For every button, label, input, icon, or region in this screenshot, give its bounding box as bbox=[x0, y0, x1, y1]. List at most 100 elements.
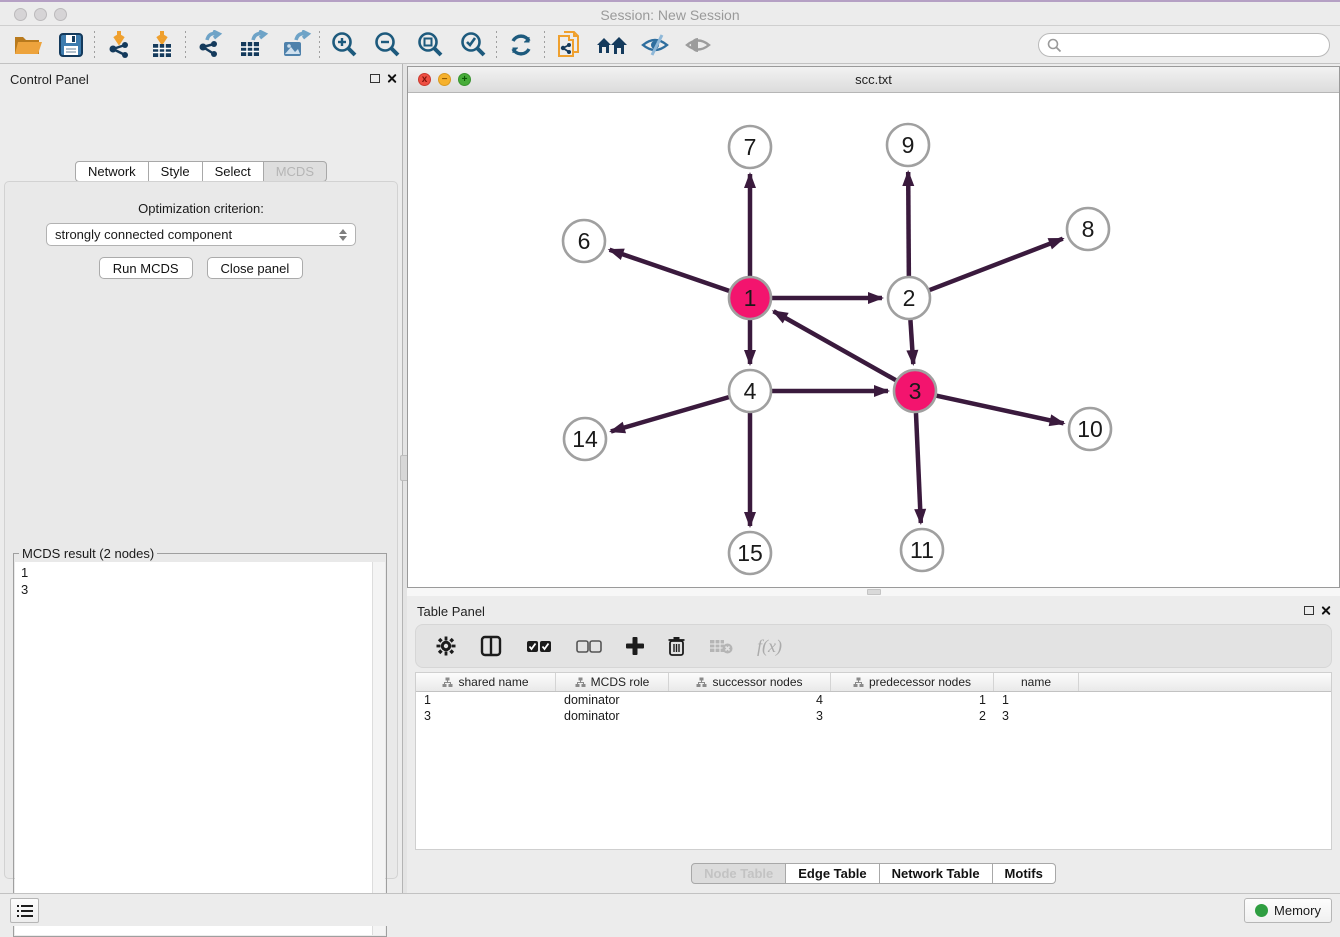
main-toolbar bbox=[0, 26, 1340, 64]
unselect-all-columns-button[interactable] bbox=[576, 640, 602, 653]
network-canvas[interactable]: 1234678910111415 bbox=[408, 93, 1339, 587]
tab-select[interactable]: Select bbox=[203, 161, 264, 182]
toolbar-separator bbox=[496, 31, 497, 59]
global-search[interactable] bbox=[1038, 33, 1330, 57]
table-options-button[interactable] bbox=[436, 636, 456, 656]
tab-edge-table[interactable]: Edge Table bbox=[786, 863, 879, 884]
column-header-MCDS-role[interactable]: MCDS role bbox=[556, 673, 669, 691]
close-panel-button[interactable]: Close panel bbox=[207, 257, 304, 279]
clone-network-button[interactable] bbox=[547, 28, 590, 62]
import-network-button[interactable] bbox=[97, 28, 140, 62]
search-input[interactable] bbox=[1062, 38, 1329, 53]
column-type-icon bbox=[442, 677, 453, 688]
table-cell[interactable]: 1 bbox=[831, 692, 994, 708]
show-columns-button[interactable] bbox=[480, 635, 502, 657]
hide-panels-button[interactable] bbox=[633, 28, 676, 62]
zoom-in-button[interactable] bbox=[322, 28, 365, 62]
table-cell[interactable]: 3 bbox=[416, 708, 556, 724]
graph-node-label: 11 bbox=[910, 537, 934, 563]
open-folder-icon bbox=[13, 32, 43, 58]
zoom-out-button[interactable] bbox=[365, 28, 408, 62]
import-table-button[interactable] bbox=[140, 28, 183, 62]
delete-columns-button[interactable] bbox=[668, 636, 685, 656]
export-image-button[interactable] bbox=[274, 28, 317, 62]
export-table-button[interactable] bbox=[231, 28, 274, 62]
table-cell[interactable]: 3 bbox=[994, 708, 1079, 724]
task-history-button[interactable] bbox=[10, 898, 39, 923]
tab-style[interactable]: Style bbox=[149, 161, 203, 182]
save-session-button[interactable] bbox=[49, 28, 92, 62]
graph-edge-3-1[interactable] bbox=[774, 311, 896, 380]
network-graph[interactable]: 1234678910111415 bbox=[408, 93, 1339, 589]
toolbar-separator bbox=[185, 31, 186, 59]
table-panel-tabs: Node TableEdge TableNetwork TableMotifs bbox=[407, 863, 1340, 884]
open-session-button[interactable] bbox=[6, 28, 49, 62]
graph-edge-3-11[interactable] bbox=[916, 413, 921, 523]
tab-mcds[interactable]: MCDS bbox=[264, 161, 327, 182]
return-to-start-button[interactable] bbox=[590, 28, 633, 62]
table-header-row: shared name MCDS role successor nodes prede… bbox=[416, 673, 1331, 692]
graph-edge-3-10[interactable] bbox=[936, 396, 1063, 424]
tab-network[interactable]: Network bbox=[75, 161, 149, 182]
delete-table-button[interactable] bbox=[709, 638, 733, 654]
horizontal-splitter[interactable] bbox=[407, 588, 1340, 596]
column-header-shared-name[interactable]: shared name bbox=[416, 673, 556, 691]
table-row[interactable]: 3dominator323 bbox=[416, 708, 1331, 724]
splitter-handle[interactable] bbox=[867, 589, 881, 595]
show-panels-button[interactable] bbox=[676, 28, 719, 62]
column-header-name[interactable]: name bbox=[994, 673, 1079, 691]
zoom-in-icon bbox=[330, 31, 358, 59]
import-network-icon bbox=[105, 30, 133, 60]
table-body: 1dominator4113dominator323 bbox=[416, 692, 1331, 724]
criterion-dropdown[interactable]: strongly connected component bbox=[46, 223, 356, 246]
select-all-columns-button[interactable] bbox=[526, 640, 552, 653]
tab-motifs[interactable]: Motifs bbox=[993, 863, 1056, 884]
column-header-predecessor-nodes[interactable]: predecessor nodes bbox=[831, 673, 994, 691]
table-cell[interactable]: 1 bbox=[416, 692, 556, 708]
graph-edge-1-6[interactable] bbox=[610, 250, 730, 291]
fit-content-button[interactable] bbox=[408, 28, 451, 62]
zoom-fit-icon bbox=[416, 31, 444, 59]
close-panel-icon[interactable] bbox=[386, 73, 397, 84]
network-window-titlebar[interactable]: x − + scc.txt bbox=[408, 67, 1339, 93]
table-cell[interactable]: dominator bbox=[556, 692, 669, 708]
graph-edge-2-8[interactable] bbox=[930, 239, 1063, 290]
refresh-layout-button[interactable] bbox=[499, 28, 542, 62]
create-column-button[interactable] bbox=[626, 637, 644, 655]
memory-button[interactable]: Memory bbox=[1244, 898, 1332, 923]
zoom-selected-button[interactable] bbox=[451, 28, 494, 62]
gear-icon bbox=[436, 636, 456, 656]
control-panel: Control Panel NetworkStyleSelectMCDS Opt… bbox=[0, 64, 403, 893]
float-panel-icon[interactable] bbox=[370, 74, 380, 83]
function-builder-button[interactable]: f(x) bbox=[757, 636, 782, 657]
table-cell[interactable]: 1 bbox=[994, 692, 1079, 708]
graph-edge-2-9[interactable] bbox=[908, 172, 909, 276]
table-cell[interactable]: 3 bbox=[669, 708, 831, 724]
column-label: MCDS role bbox=[591, 675, 650, 689]
zoom-out-icon bbox=[373, 31, 401, 59]
table-row[interactable]: 1dominator411 bbox=[416, 692, 1331, 708]
graph-node-label: 3 bbox=[909, 378, 922, 404]
graph-node-label: 9 bbox=[902, 132, 915, 158]
column-header-successor-nodes[interactable]: successor nodes bbox=[669, 673, 831, 691]
table-cell[interactable]: 4 bbox=[669, 692, 831, 708]
node-table[interactable]: shared name MCDS role successor nodes prede… bbox=[415, 672, 1332, 850]
run-mcds-button[interactable]: Run MCDS bbox=[99, 257, 193, 279]
columns-icon bbox=[480, 635, 502, 657]
table-cell[interactable]: 2 bbox=[831, 708, 994, 724]
graph-edge-4-14[interactable] bbox=[611, 397, 729, 431]
column-label: successor nodes bbox=[712, 675, 802, 689]
mcds-result-title: MCDS result (2 nodes) bbox=[19, 546, 157, 561]
float-panel-icon[interactable] bbox=[1304, 606, 1314, 615]
network-title: scc.txt bbox=[408, 72, 1339, 87]
export-network-button[interactable] bbox=[188, 28, 231, 62]
tab-network-table[interactable]: Network Table bbox=[880, 863, 993, 884]
graph-edge-2-3[interactable] bbox=[910, 320, 913, 364]
graph-node-label: 15 bbox=[737, 540, 763, 566]
close-panel-icon[interactable] bbox=[1320, 605, 1331, 616]
tab-node-table[interactable]: Node Table bbox=[691, 863, 786, 884]
toolbar-separator bbox=[319, 31, 320, 59]
table-cell[interactable]: dominator bbox=[556, 708, 669, 724]
mcds-result-text[interactable]: 1 3 bbox=[15, 562, 385, 935]
result-scrollbar[interactable] bbox=[372, 562, 385, 935]
